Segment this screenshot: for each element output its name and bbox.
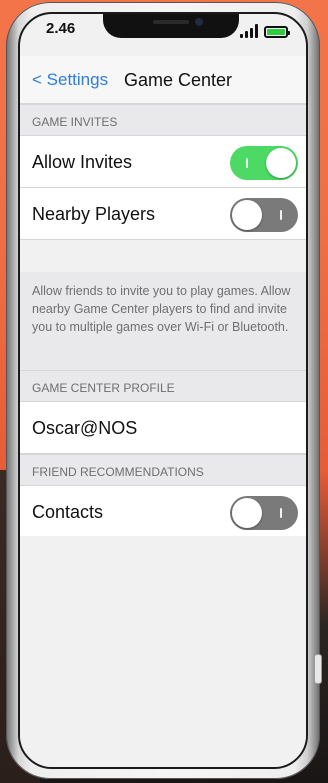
page-title: Game Center <box>124 70 233 90</box>
allow-invites-label: Allow Invites <box>32 152 133 172</box>
back-button-label: < Settings <box>32 70 109 89</box>
empty-content-area <box>20 536 306 767</box>
toggle-knob <box>266 148 296 178</box>
allow-invites-toggle[interactable] <box>230 146 298 180</box>
phone-frame: 2.46 < Settings Game Center GAME INVITES… <box>6 2 322 779</box>
side-button <box>314 654 322 684</box>
contacts-row: Contacts <box>20 486 306 538</box>
section-header-game-invites: GAME INVITES <box>20 104 306 136</box>
section-header-profile: GAME CENTER PROFILE <box>20 370 306 402</box>
toggle-knob <box>232 498 262 528</box>
allow-invites-row: Allow Invites <box>20 136 306 188</box>
toggle-on-indicator <box>246 158 248 168</box>
profile-name: Oscar@NOS <box>32 418 138 438</box>
speaker-grille <box>153 20 189 24</box>
signal-bars-icon <box>240 24 258 38</box>
toggle-off-indicator <box>280 508 282 518</box>
toggle-off-indicator <box>280 210 282 220</box>
status-time: 2.46 <box>46 20 76 37</box>
contacts-toggle[interactable] <box>230 496 298 530</box>
nearby-players-row: Nearby Players <box>20 188 306 240</box>
back-to-settings-button[interactable]: < Settings <box>32 70 108 90</box>
section-header-friend-recommendations: FRIEND RECOMMENDATIONS <box>20 454 306 486</box>
battery-icon <box>264 26 290 38</box>
battery-level <box>267 29 285 35</box>
game-invites-description: Allow friends to invite you to play game… <box>20 272 306 370</box>
nearby-players-toggle[interactable] <box>230 198 298 232</box>
navigation-bar: < Settings Game Center <box>20 56 306 104</box>
phone-screen: 2.46 < Settings Game Center GAME INVITES… <box>18 12 308 769</box>
front-camera <box>195 18 203 26</box>
notch <box>103 14 239 38</box>
profile-row[interactable]: Oscar@NOS <box>20 402 306 454</box>
nearby-players-label: Nearby Players <box>32 204 156 224</box>
contacts-label: Contacts <box>32 502 104 522</box>
toggle-knob <box>232 200 262 230</box>
status-icons <box>240 24 290 38</box>
